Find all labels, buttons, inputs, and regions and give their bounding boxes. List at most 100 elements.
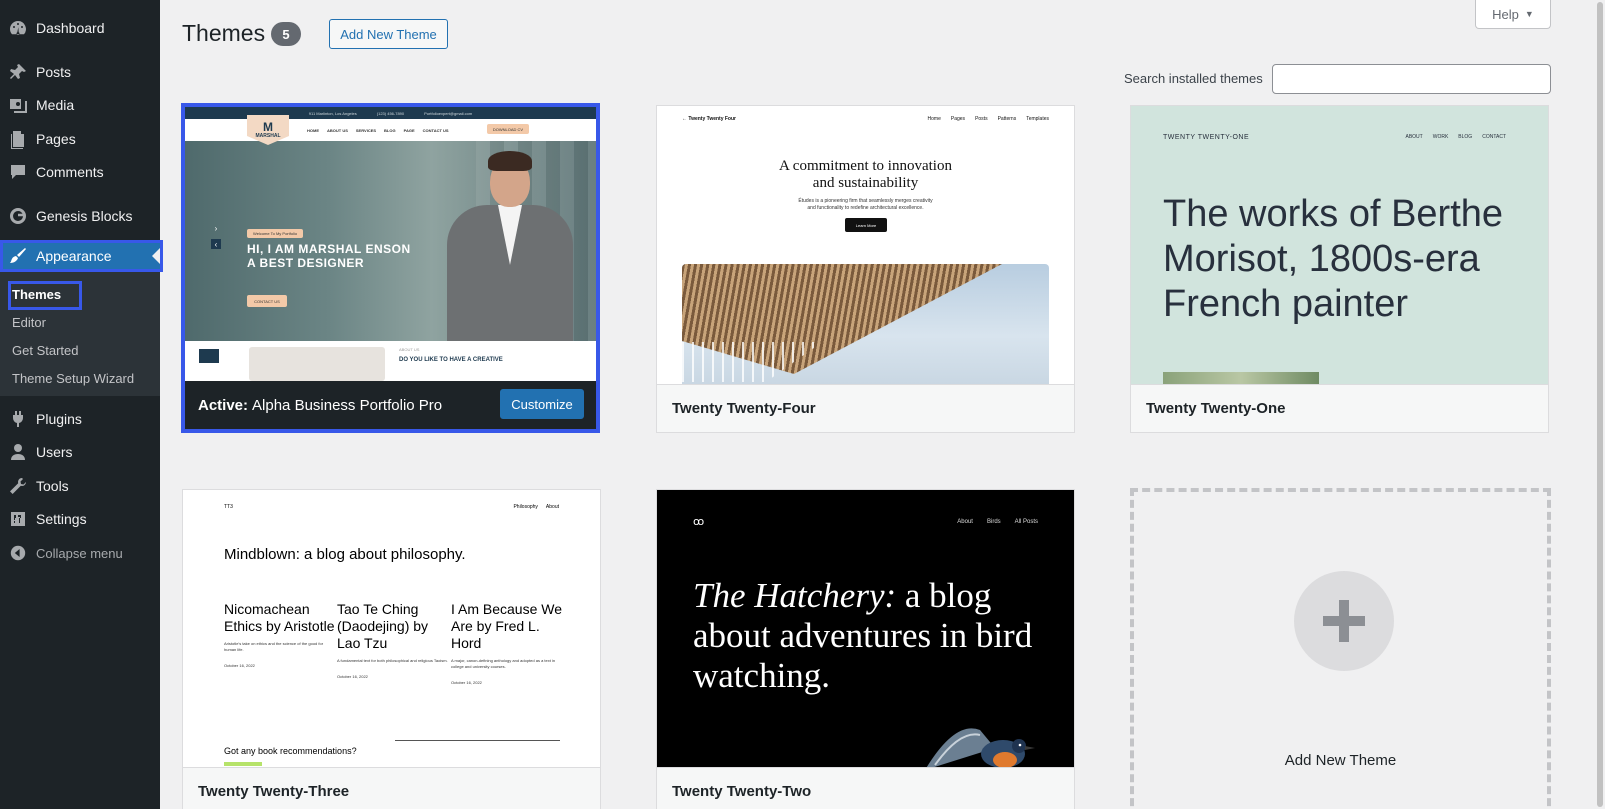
settings-icon — [0, 509, 36, 529]
theme-screenshot: ← Twenty Twenty Four Home Pages Posts Pa… — [657, 106, 1074, 386]
preview-text: PAGE — [403, 128, 415, 133]
comment-icon — [0, 162, 36, 182]
add-new-theme-card[interactable]: Add New Theme — [1130, 488, 1551, 809]
sidebar-item-tools[interactable]: Tools — [0, 469, 160, 503]
preview-text: About — [545, 504, 559, 510]
preview-button: Learn More — [845, 218, 887, 232]
sidebar-item-label: Media — [36, 97, 75, 113]
preview-links: About Birds All Posts — [957, 519, 1038, 525]
sidebar-item-plugins[interactable]: Plugins — [0, 402, 160, 436]
submenu-item-themes[interactable]: Themes — [12, 287, 61, 302]
sidebar-item-settings[interactable]: Settings — [0, 502, 160, 536]
submenu-item-get-started[interactable]: Get Started — [12, 343, 78, 358]
theme-card-twenty-twenty-four[interactable]: ← Twenty Twenty Four Home Pages Posts Pa… — [656, 105, 1075, 433]
preview-accent — [224, 762, 262, 766]
theme-card-twenty-twenty-two[interactable]: ꝏ About Birds All Posts The Hatchery: a … — [656, 489, 1075, 809]
preview-text: DO YOU LIKE TO HAVE A CREATIVE — [399, 357, 503, 363]
preview-text: 911 Marlinton, Los Angeles — [308, 110, 357, 116]
preview-block — [199, 349, 219, 363]
help-button[interactable]: Help ▼ — [1475, 0, 1551, 29]
theme-card-active[interactable]: 911 Marlinton, Los Angeles (123) 456-789… — [181, 103, 600, 433]
customize-button[interactable]: Customize — [500, 389, 584, 419]
preview-text: Philosophy — [513, 504, 538, 510]
page-title: Themes — [182, 20, 266, 46]
preview-links: Home Pages Posts Patterns Templates — [928, 116, 1049, 122]
preview-text: I Am Because We Are by Fred L. Hord — [451, 601, 563, 651]
pages-icon — [0, 129, 36, 149]
add-new-theme-label: Add New Theme — [1284, 752, 1397, 769]
preview-headline: A commitment to innovation and sustainab… — [657, 158, 1074, 192]
brush-icon — [0, 246, 36, 266]
preview-site-title: TT3 — [224, 504, 233, 510]
pin-icon — [0, 62, 36, 82]
sidebar-item-media[interactable]: Media — [0, 88, 160, 122]
admin-sidebar: Dashboard Posts Media Pages Comments Gen… — [0, 0, 163, 809]
preview-headline: The Hatchery: a blog about adventures in… — [693, 576, 1033, 696]
preview-text: and sustainability — [812, 175, 919, 191]
preview-site-title: ← Twenty Twenty Four — [682, 116, 736, 122]
active-label: Active: — [198, 396, 249, 414]
preview-top-bar: 911 Marlinton, Los Angeles (123) 456-789… — [185, 107, 596, 119]
sidebar-item-pages[interactable]: Pages — [0, 122, 160, 156]
sidebar-item-label: Tools — [36, 478, 69, 494]
preview-text: October 16, 2022 — [451, 680, 482, 685]
add-new-theme-button[interactable]: Add New Theme — [329, 19, 448, 49]
logo-mark: M — [263, 120, 273, 134]
collapse-menu-button[interactable]: Collapse menu — [0, 536, 160, 570]
preview-text: (123) 456-7890 — [376, 110, 405, 116]
sidebar-item-label: Genesis Blocks — [36, 208, 133, 224]
preview-text: BLOG — [384, 128, 396, 133]
sidebar-item-users[interactable]: Users — [0, 435, 160, 469]
sidebar-item-comments[interactable]: Comments — [0, 155, 160, 189]
theme-card-twenty-twenty-one[interactable]: TWENTY TWENTY-ONE ABOUT WORK BLOG CONTAC… — [1130, 105, 1549, 433]
theme-name: Twenty Twenty-Four — [657, 384, 1074, 432]
user-icon — [0, 442, 36, 462]
preview-welcome: Welcome To My Portfolio — [247, 229, 304, 238]
preview-text: A commitment to innovation — [779, 158, 952, 174]
dashboard-icon — [0, 18, 36, 38]
sidebar-item-dashboard[interactable]: Dashboard — [0, 11, 160, 45]
preview-text: CONTACT US — [422, 128, 449, 133]
appearance-submenu: Themes Editor Get Started Theme Setup Wi… — [0, 272, 160, 396]
sidebar-item-label: Comments — [36, 164, 104, 180]
preview-paragraph: Études is a pioneering firm that seamles… — [657, 198, 1074, 212]
preview-text: A major, canon-defining anthology and ad… — [451, 658, 556, 669]
media-icon — [0, 95, 36, 115]
page-scrollbar[interactable] — [1595, 0, 1605, 809]
preview-photo — [249, 347, 385, 381]
preview-links: Philosophy About — [513, 504, 559, 510]
theme-screenshot: ꝏ About Birds All Posts The Hatchery: a … — [657, 490, 1074, 767]
preview-text: A BEST DESIGNER — [247, 256, 365, 270]
preview-links: ABOUT WORK BLOG CONTACT — [1406, 134, 1507, 140]
genesis-icon — [0, 206, 36, 226]
preview-text: Patterns — [997, 116, 1017, 122]
preview-lower-section: ABOUT US DO YOU LIKE TO HAVE A CREATIVE — [185, 341, 596, 381]
theme-count-badge: 5 — [271, 22, 301, 46]
sidebar-item-posts[interactable]: Posts — [0, 55, 160, 89]
sidebar-item-appearance[interactable]: Appearance — [0, 240, 160, 272]
preview-headline: HI, I AM MARSHAL ENSON A BEST DESIGNER — [247, 242, 411, 270]
chevron-right-icon: › — [214, 223, 218, 233]
preview-text: and functionality to redefine architectu… — [807, 205, 924, 211]
theme-screenshot: 911 Marlinton, Los Angeles (123) 456-789… — [185, 107, 596, 389]
preview-post: I Am Because We Are by Fred L. Hord A ma… — [451, 601, 563, 685]
theme-card-twenty-twenty-three[interactable]: TT3 Philosophy About Mindblown: a blog a… — [182, 489, 601, 809]
preview-menu: HOME ABOUT US SERVICES BLOG PAGE CONTACT… — [307, 128, 449, 133]
sidebar-item-genesis-blocks[interactable]: Genesis Blocks — [0, 199, 160, 233]
submenu-item-editor[interactable]: Editor — [12, 315, 46, 330]
preview-text: The Hatchery: — [693, 576, 897, 615]
active-theme-name: Alpha Business Portfolio Pro — [252, 396, 443, 414]
preview-headline: The works of Berthe Morisot, 1800s-era F… — [1163, 193, 1504, 325]
scrollbar-thumb[interactable] — [1597, 2, 1603, 807]
preview-text: CONTACT — [1482, 134, 1506, 140]
wrench-icon — [0, 476, 36, 496]
preview-text: MARSHAL — [255, 133, 281, 139]
preview-text: Portfolioexpert@gmail.com — [424, 110, 473, 116]
preview-text: A fundamental text for both philosophica… — [337, 658, 448, 663]
preview-text: Posts — [975, 116, 988, 122]
preview-text: ABOUT — [1405, 134, 1423, 140]
preview-text: Templates — [1026, 116, 1049, 122]
submenu-item-theme-setup-wizard[interactable]: Theme Setup Wizard — [12, 371, 134, 386]
collapse-icon — [0, 545, 36, 561]
search-themes-input[interactable] — [1272, 64, 1551, 94]
